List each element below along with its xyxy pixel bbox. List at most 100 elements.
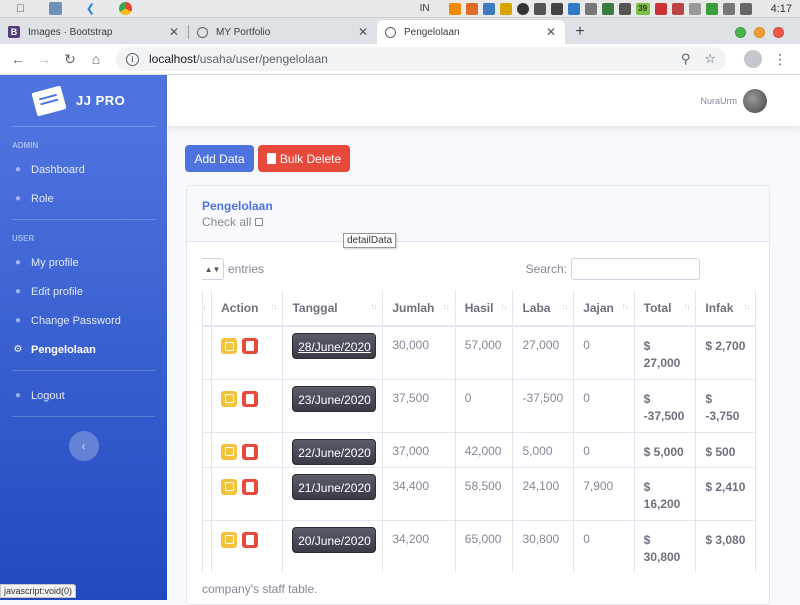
battery-badge[interactable]: 39 <box>635 2 650 15</box>
add-data-button[interactable]: Add Data <box>185 145 254 172</box>
sidebar-item-role[interactable]: ● Role <box>0 184 167 213</box>
window-controls <box>735 27 800 38</box>
date-detail-button[interactable]: 20/June/2020 <box>292 526 377 553</box>
table-row: 20/June/2020 34,200 65,000 30,800 0 $30,… <box>203 520 756 572</box>
avatar[interactable] <box>743 88 767 113</box>
address-bar[interactable]: i localhost/usaha/user/pengelolaan ⚲ ☆ <box>116 47 726 71</box>
minimize-button[interactable] <box>735 27 746 38</box>
sidebar-item-my-profile[interactable]: ● My profile <box>0 248 167 277</box>
zoom-icon[interactable]: ⚲ <box>681 51 691 67</box>
tray-app-icon[interactable] <box>618 2 631 15</box>
vlc-icon[interactable] <box>448 2 461 15</box>
date-detail-button[interactable]: 22/June/2020 <box>292 438 377 465</box>
keyboard-indicator[interactable]: IN <box>420 3 430 14</box>
browser-tab[interactable]: B Images · Bootstrap ✕ <box>0 20 188 44</box>
date-cell: 23/June/2020 <box>282 379 384 433</box>
column-header[interactable]: Jajan ↑↓ <box>573 290 635 327</box>
tray-app-icon[interactable] <box>567 2 580 15</box>
forward-arrow-icon[interactable]: → <box>32 47 56 71</box>
table-cell: 37,000 <box>382 432 456 468</box>
sidebar-item-dashboard[interactable]: ● Dashboard <box>0 155 167 184</box>
close-window-button[interactable] <box>773 27 784 38</box>
edit-button[interactable] <box>221 390 238 407</box>
close-icon[interactable]: ✕ <box>168 25 180 39</box>
infak-cell: $ 2,410 <box>695 467 756 521</box>
home-icon[interactable]: ⌂ <box>84 47 108 71</box>
kebab-menu-icon[interactable]: ⋮ <box>768 47 792 71</box>
sidebar-item-label: Role <box>31 192 54 205</box>
sidebar-item-edit-profile[interactable]: ● Edit profile <box>0 277 167 306</box>
volume-icon[interactable] <box>550 2 563 15</box>
column-header-hidden[interactable]: ↑↓ <box>203 290 213 327</box>
tray-app-icon[interactable] <box>482 2 495 15</box>
tray-app-icon[interactable] <box>671 2 684 15</box>
chrome-icon[interactable] <box>119 2 132 15</box>
tray-app-icon[interactable] <box>688 2 701 15</box>
tray-app-icon[interactable] <box>654 2 667 15</box>
finder-icon[interactable] <box>49 2 62 15</box>
column-header[interactable]: Infak ↑↓ <box>695 290 756 327</box>
card-title: Pengelolaan <box>202 199 273 213</box>
bulk-delete-button[interactable]: Bulk Delete <box>258 145 350 172</box>
delete-button[interactable] <box>242 531 259 548</box>
table-cell: 0 <box>573 432 635 468</box>
column-header[interactable]: Action ↑↓ <box>211 290 284 327</box>
table-cell: 58,500 <box>455 467 514 521</box>
browser-tab[interactable]: MY Portfolio ✕ <box>189 20 377 44</box>
date-detail-button[interactable]: 21/June/2020 <box>292 473 377 500</box>
maximize-button[interactable] <box>754 27 765 38</box>
table-scroll[interactable]: ↑↓ Action↑↓ Tanggal↑↓ Jumlah↑↓ Hasil↑↓ L… <box>202 290 756 572</box>
sidebar-divider <box>12 370 155 371</box>
delete-button[interactable] <box>242 338 259 354</box>
sidebar-brand[interactable]: JJ PRO <box>0 75 167 126</box>
new-tab-button[interactable]: + <box>569 21 591 43</box>
edit-button[interactable] <box>221 531 238 548</box>
table-cell: 34,400 <box>382 467 456 521</box>
column-header[interactable]: Total ↑↓ <box>634 290 697 327</box>
browser-tab-active[interactable]: Pengelolaan ✕ <box>377 20 565 44</box>
delete-button[interactable] <box>242 443 259 460</box>
entries-select[interactable]: ▲▼ <box>202 258 224 280</box>
apple-icon[interactable]:  <box>14 2 27 15</box>
tray-app-icon[interactable] <box>516 2 529 15</box>
sidebar-item-logout[interactable]: ● Logout <box>0 381 167 410</box>
date-detail-button[interactable]: 23/June/2020 <box>292 385 377 412</box>
info-icon[interactable]: i <box>126 52 139 66</box>
check-all[interactable]: Check all <box>202 215 769 229</box>
sidebar-toggle-button[interactable]: ‹ <box>68 431 99 461</box>
date-detail-button[interactable]: 28/June/2020 <box>292 333 377 359</box>
browser-toolbar: ← → ↻ ⌂ i localhost/usaha/user/pengelola… <box>0 44 800 75</box>
star-icon[interactable]: ☆ <box>704 51 716 67</box>
table-cell: 42,000 <box>455 432 514 468</box>
sidebar-item-change-password[interactable]: ● Change Password <box>0 306 167 335</box>
tray-app-icon[interactable] <box>584 2 597 15</box>
speaker-icon[interactable] <box>739 2 752 15</box>
tray-app-icon[interactable] <box>601 2 614 15</box>
sidebar-item-pengelolaan[interactable]: ⚙ Pengelolaan <box>0 335 167 364</box>
check-all-checkbox[interactable] <box>255 218 264 226</box>
clock[interactable]: 4:17 <box>771 3 792 15</box>
column-header[interactable]: Hasil ↑↓ <box>455 290 514 327</box>
table-cell: 7,900 <box>573 467 635 521</box>
tray-app-icon[interactable] <box>499 2 512 15</box>
tray-app-icon[interactable] <box>533 2 546 15</box>
edit-button[interactable] <box>221 478 238 495</box>
reload-icon[interactable]: ↻ <box>58 47 82 71</box>
tray-app-icon[interactable] <box>465 2 478 15</box>
tray-app-icon[interactable] <box>722 2 735 15</box>
column-header[interactable]: Tanggal ↑↓ <box>282 290 384 327</box>
column-header[interactable]: Laba ↑↓ <box>512 290 575 327</box>
delete-button[interactable] <box>242 390 259 407</box>
profile-avatar[interactable] <box>744 50 762 68</box>
edit-button[interactable] <box>221 443 238 460</box>
search-input[interactable] <box>571 258 700 280</box>
back-arrow-icon[interactable]: ← <box>6 47 30 71</box>
delete-button[interactable] <box>242 478 259 495</box>
vscode-icon[interactable]: ❮ <box>84 2 97 15</box>
close-icon[interactable]: ✕ <box>357 25 369 39</box>
tray-app-icon[interactable] <box>705 2 718 15</box>
close-icon[interactable]: ✕ <box>545 25 557 39</box>
column-header[interactable]: Jumlah ↑↓ <box>382 290 456 327</box>
edit-button[interactable] <box>221 338 238 354</box>
user-name[interactable]: NuraUrm <box>700 96 737 106</box>
